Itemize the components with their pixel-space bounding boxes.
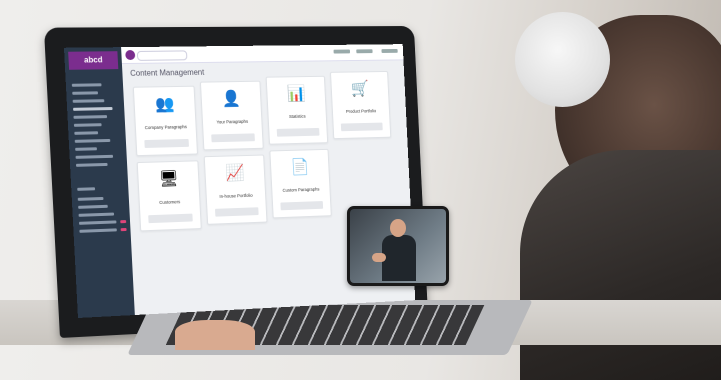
card-button[interactable] — [340, 122, 383, 132]
content-card[interactable]: 📊 Statistics — [265, 75, 329, 145]
card-button[interactable] — [276, 127, 320, 137]
headphone — [515, 12, 610, 107]
sidebar-item[interactable] — [74, 138, 111, 143]
content-card[interactable]: 📈 In-house Portfolio — [203, 154, 268, 225]
sidebar-item[interactable] — [75, 147, 97, 151]
sidebar-item[interactable] — [73, 123, 102, 127]
people-icon: 👥 — [154, 95, 175, 114]
card-label: In-house Portfolio — [219, 192, 253, 199]
sidebar-item[interactable] — [78, 204, 108, 209]
cart-icon: 🛒 — [350, 80, 370, 98]
sidebar-item[interactable] — [73, 107, 113, 111]
topbar — [121, 44, 404, 65]
new-badge — [120, 220, 127, 224]
sidebar-item[interactable] — [72, 99, 105, 103]
card-label: Customers — [159, 199, 181, 205]
card-button[interactable] — [148, 213, 193, 224]
card-button[interactable] — [144, 138, 189, 148]
presenter-head — [390, 219, 406, 237]
new-badge — [120, 227, 127, 232]
video-overlay — [347, 206, 449, 286]
card-button[interactable] — [211, 133, 255, 143]
content-card[interactable]: 🖥 Customers — [136, 160, 202, 232]
sidebar-item[interactable] — [71, 83, 102, 87]
content-card[interactable]: 🛒 Product Portfolio — [330, 70, 392, 140]
sidebar-item[interactable] — [74, 131, 99, 135]
card-label: Product Portfolio — [345, 108, 377, 114]
sidebar-item[interactable] — [79, 228, 117, 233]
content-card[interactable]: 📄 Custom Paragraphs — [269, 148, 332, 219]
sidebar-item[interactable] — [78, 212, 115, 217]
card-button[interactable] — [214, 207, 259, 217]
typing-hands — [175, 320, 255, 350]
app-logo: abcd — [68, 51, 119, 70]
sidebar-item[interactable] — [75, 154, 114, 159]
sidebar-item[interactable] — [77, 196, 104, 201]
card-label: Custom Paragraphs — [282, 186, 320, 193]
card-label: Company Paragraphs — [144, 124, 188, 131]
bar-chart-icon: 📊 — [286, 85, 306, 103]
monitor-icon: 🖥 — [158, 170, 179, 189]
presenter-hand — [372, 253, 386, 262]
card-label: Your Paragraphs — [216, 118, 249, 125]
card-label: Statistics — [288, 113, 306, 119]
content-card[interactable]: 👤 Your Paragraphs — [199, 80, 264, 151]
sidebar-item[interactable] — [75, 162, 108, 167]
presentation-icon: 📈 — [225, 164, 245, 183]
presenter-body — [382, 235, 416, 281]
topbar-link[interactable] — [333, 49, 351, 54]
sidebar-item[interactable] — [73, 115, 108, 119]
person-shoulder — [520, 150, 721, 380]
topbar-link[interactable] — [356, 49, 373, 54]
sidebar-item[interactable] — [77, 187, 96, 191]
presenter — [372, 219, 416, 281]
content-card[interactable]: 👥 Company Paragraphs — [132, 85, 198, 157]
person-icon: 👤 — [221, 90, 241, 108]
sidebar-item[interactable] — [72, 91, 99, 95]
account-selector[interactable] — [136, 50, 188, 61]
sidebar-item[interactable] — [78, 220, 117, 225]
page-title: Content Management — [129, 67, 205, 78]
card-button[interactable] — [280, 201, 324, 211]
document-icon: 📄 — [290, 159, 310, 177]
topbar-link[interactable] — [381, 48, 398, 53]
user-badge[interactable] — [125, 49, 136, 61]
